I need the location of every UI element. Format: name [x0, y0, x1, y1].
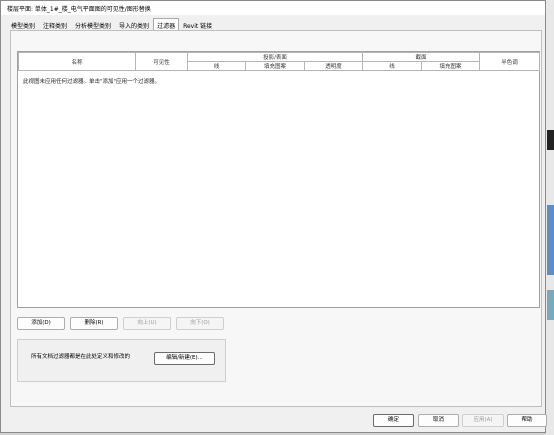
- ok-button[interactable]: 确定: [373, 414, 414, 427]
- window-title: 楼层平面: 单体_1#_楼_电气平面图的可见性/图形替换: [7, 6, 151, 13]
- visibility-graphics-dialog: 楼层平面: 单体_1#_楼_电气平面图的可见性/图形替换 模型类别 注释类别 分…: [0, 0, 547, 433]
- header-transparency[interactable]: 透明度: [303, 61, 364, 71]
- title-bar: 楼层平面: 单体_1#_楼_电气平面图的可见性/图形替换: [1, 1, 545, 15]
- empty-filters-message: 此视图未应用任何过滤器。单击"添加"应用一个过滤器。: [23, 79, 161, 85]
- background-canvas-mark: [547, 290, 554, 320]
- header-cut: 截面: [362, 52, 481, 62]
- apply-button[interactable]: 应用(A): [462, 414, 504, 427]
- delete-button[interactable]: 删除(R): [70, 317, 118, 330]
- header-projection-surface: 投影/表面: [186, 52, 364, 62]
- background-canvas-mark: [547, 205, 554, 275]
- move-up-button[interactable]: 向上(U): [123, 317, 171, 330]
- filter-info-text: 所有文档过滤器都是在此处定义和修改的: [31, 354, 131, 360]
- filters-panel: 名称 可见性 投影/表面 截面 半色调 线 填充图案 透明度 线 填充图案 此视…: [10, 30, 542, 407]
- filters-grid: 名称 可见性 投影/表面 截面 半色调 线 填充图案 透明度 线 填充图案 此视…: [17, 51, 541, 308]
- header-projection-fill-pattern[interactable]: 填充图案: [245, 61, 305, 71]
- header-visibility[interactable]: 可见性: [135, 52, 188, 71]
- cancel-button[interactable]: 取消: [418, 414, 459, 427]
- filter-info-box: 所有文档过滤器都是在此处定义和修改的 编辑/新建(E)...: [17, 339, 226, 382]
- help-button[interactable]: 帮助: [507, 414, 547, 427]
- header-name[interactable]: 名称: [18, 52, 136, 71]
- tab-strip: 模型类别 注释类别 分析模型类别 导入的类别 过滤器 Revit 链接: [7, 18, 216, 32]
- header-cut-fill-pattern[interactable]: 填充图案: [421, 61, 481, 71]
- header-projection-line[interactable]: 线: [187, 61, 246, 71]
- edit-new-button[interactable]: 编辑/新建(E)...: [154, 352, 215, 365]
- header-cut-line[interactable]: 线: [362, 61, 423, 71]
- add-button[interactable]: 添加(D): [17, 317, 65, 330]
- background-canvas-mark: [547, 130, 554, 150]
- move-down-button[interactable]: 向下(O): [176, 317, 224, 330]
- header-halftone[interactable]: 半色调: [479, 52, 541, 71]
